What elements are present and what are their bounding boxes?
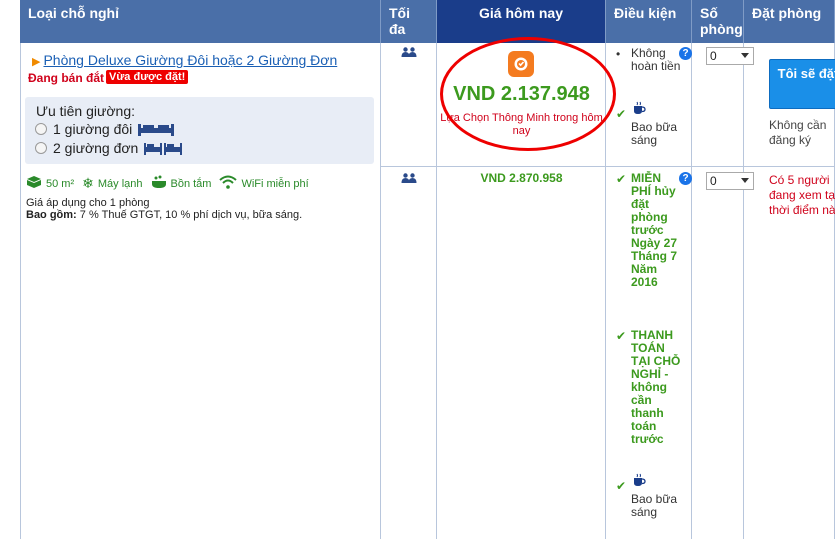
conditions-cell: • Không hoàn tiền ? ✔ Bao bữa sáng ✔ MIỄ… bbox=[606, 43, 692, 539]
room-size-icon bbox=[26, 175, 42, 192]
max-occupancy-cell bbox=[381, 43, 437, 539]
header-num-rooms: Số phòng bbox=[692, 0, 744, 43]
room-name-link[interactable]: ▶ Phòng Deluxe Giường Đôi hoặc 2 Giường Đ… bbox=[32, 52, 337, 68]
condition-free-cancel: MIỄN PHÍ hủy đặt phòng trước Ngày 27 Thá… bbox=[631, 171, 678, 289]
amenities-row: 50 m² ❄ Máy lạnh Bồn tắm WiFi miễn phí bbox=[26, 175, 317, 192]
double-bed-icon bbox=[137, 122, 175, 136]
bullet-dot: • bbox=[616, 47, 621, 61]
condition-pay-at-property: THANH TOÁN TẠI CHỖ NGHỈ - không cần than… bbox=[631, 328, 681, 446]
viewing-now-note: Có 5 người đang xem tại thời điểm này bbox=[769, 173, 835, 217]
wifi-icon bbox=[219, 175, 238, 192]
amenity-aircon: Máy lạnh bbox=[97, 177, 143, 190]
no-registration-note: Không cần đăng ký bbox=[769, 118, 827, 147]
room-name-text[interactable]: Phòng Deluxe Giường Đôi hoặc 2 Giường Đơ… bbox=[43, 52, 337, 68]
bed-option-label: 1 giường đôi bbox=[53, 121, 133, 137]
header-room-type: Loại chỗ nghỉ bbox=[20, 0, 381, 43]
radio-button[interactable] bbox=[35, 142, 47, 154]
bed-option-label: 2 giường đơn bbox=[53, 140, 139, 156]
room-table: Loại chỗ nghỉ Tối đa Giá hôm nay Điều ki… bbox=[20, 0, 835, 539]
bed-option-twin[interactable]: 2 giường đơn bbox=[35, 140, 183, 156]
price-cell: VND 2.137.948 Lựa Chọn Thông Minh trong … bbox=[437, 37, 616, 539]
bed-preference-title: Ưu tiên giường: bbox=[36, 103, 136, 119]
selling-fast-label: Đang bán đắt bbox=[28, 71, 105, 85]
price-note: Giá áp dụng cho 1 phòng bbox=[26, 197, 150, 209]
select-value: 0 bbox=[710, 174, 717, 188]
header-book: Đặt phòng bbox=[744, 0, 835, 43]
header-conditions: Điều kiện bbox=[606, 0, 692, 43]
triangle-right-icon: ▶ bbox=[32, 56, 41, 68]
book-now-button[interactable]: Tôi sẽ đặt bbox=[769, 59, 835, 109]
check-icon: ✔ bbox=[616, 172, 627, 186]
check-icon: ✔ bbox=[616, 107, 627, 121]
coffee-cup-icon bbox=[632, 473, 646, 490]
offer-price: VND 2.870.958 bbox=[480, 171, 563, 185]
includes-label: Bao gồm: bbox=[26, 209, 77, 221]
booking-cell: Tôi sẽ đặt Không cần đăng ký Có 5 người … bbox=[744, 43, 835, 539]
amenity-bathtub: Bồn tắm bbox=[170, 177, 212, 190]
check-icon: ✔ bbox=[616, 479, 627, 493]
bed-preference-box: Ưu tiên giường: 1 giường đôi 2 giường đơ… bbox=[25, 97, 374, 164]
bathtub-icon bbox=[151, 175, 167, 192]
condition-breakfast: Bao bữa sáng bbox=[631, 492, 678, 519]
num-rooms-cell: 0 0 bbox=[692, 43, 754, 539]
twin-bed-icon bbox=[143, 141, 183, 155]
highlight-circle bbox=[440, 37, 616, 151]
two-guests-icon bbox=[401, 172, 417, 186]
just-booked-badge: Vừa được đặt! bbox=[106, 70, 189, 84]
row-divider bbox=[381, 166, 835, 167]
bed-option-double[interactable]: 1 giường đôi bbox=[35, 121, 175, 137]
check-icon: ✔ bbox=[616, 329, 627, 343]
radio-button[interactable] bbox=[35, 123, 47, 135]
snowflake-icon: ❄ bbox=[82, 175, 94, 191]
help-icon[interactable]: ? bbox=[679, 172, 692, 185]
header-max-occupancy: Tối đa bbox=[381, 0, 437, 43]
help-icon[interactable]: ? bbox=[679, 47, 692, 60]
coffee-cup-icon bbox=[632, 101, 646, 118]
amenity-size: 50 m² bbox=[46, 177, 75, 190]
condition-breakfast: Bao bữa sáng bbox=[631, 120, 678, 147]
includes-note: Bao gồm: 7 % Thuế GTGT, 10 % phí dịch vụ… bbox=[26, 209, 302, 221]
condition-nonrefundable: Không hoàn tiền bbox=[631, 46, 681, 73]
select-value: 0 bbox=[710, 49, 717, 63]
two-guests-icon bbox=[401, 46, 417, 60]
amenity-wifi: WiFi miễn phí bbox=[241, 177, 309, 190]
table-header: Loại chỗ nghỉ Tối đa Giá hôm nay Điều ki… bbox=[20, 0, 835, 43]
includes-text: 7 % Thuế GTGT, 10 % phí dịch vụ, bữa sán… bbox=[79, 209, 303, 221]
